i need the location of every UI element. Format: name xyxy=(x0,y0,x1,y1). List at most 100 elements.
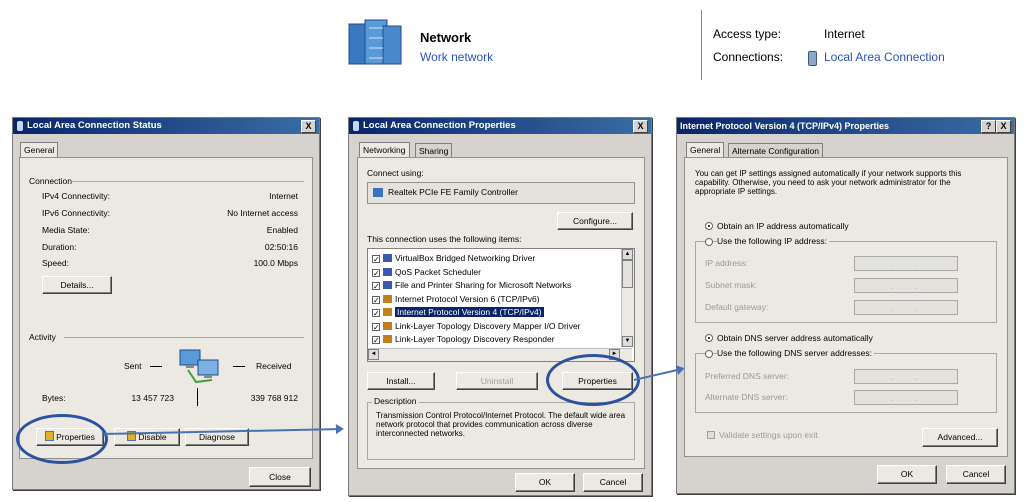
item-label: Internet Protocol Version 4 (TCP/IPv4) xyxy=(395,307,544,317)
network-type-link[interactable]: Work network xyxy=(420,50,493,64)
scroll-down-icon[interactable]: ▼ xyxy=(622,336,633,347)
received-label: Received xyxy=(256,361,292,371)
list-item[interactable]: ✓ VirtualBox Bridged Networking Driver xyxy=(372,252,535,265)
tab-networking[interactable]: Networking xyxy=(359,142,410,157)
connection-icon xyxy=(808,51,817,66)
highlight-oval-item-properties xyxy=(546,354,640,406)
scroll-thumb[interactable] xyxy=(622,260,633,288)
item-icon xyxy=(383,267,392,276)
tab-general[interactable]: General xyxy=(20,142,59,157)
item-checkbox[interactable]: ✓ xyxy=(372,295,380,304)
auto-dns-radio[interactable] xyxy=(705,334,713,342)
scroll-left-icon[interactable]: ◄ xyxy=(368,349,379,360)
manual-ip-radio[interactable] xyxy=(705,238,713,246)
ipv4-panel: You can get IP settings assigned automat… xyxy=(684,157,1008,457)
item-label: Link-Layer Topology Discovery Mapper I/O… xyxy=(395,320,581,331)
preferred-dns-field[interactable]: . . . xyxy=(854,369,958,384)
status-titlebar[interactable]: Local Area Connection Status X xyxy=(13,118,319,134)
item-checkbox[interactable]: ✓ xyxy=(372,322,380,331)
bytes-sent: 13 457 723 xyxy=(131,393,174,403)
tab-alternate-configuration[interactable]: Alternate Configuration xyxy=(728,143,823,158)
divider xyxy=(72,181,304,182)
uninstall-button[interactable]: Uninstall xyxy=(456,372,538,390)
close-icon[interactable]: X xyxy=(301,120,316,133)
scroll-up-icon[interactable]: ▲ xyxy=(622,249,633,260)
tab-sharing[interactable]: Sharing xyxy=(415,143,453,158)
subnet-mask-label: Subnet mask: xyxy=(705,280,757,290)
item-label: VirtualBox Bridged Networking Driver xyxy=(395,253,536,263)
cancel-button[interactable]: Cancel xyxy=(583,473,643,492)
connection-heading: Connection xyxy=(29,176,73,186)
description-heading: Description xyxy=(372,396,419,406)
list-item[interactable]: ✓ File and Printer Sharing for Microsoft … xyxy=(372,279,571,292)
item-icon xyxy=(383,335,392,343)
ipv4-label: IPv4 Connectivity: xyxy=(42,191,111,201)
item-label: Link-Layer Topology Discovery Responder xyxy=(395,334,555,344)
item-checkbox[interactable]: ✓ xyxy=(372,336,380,345)
auto-ip-label[interactable]: Obtain an IP address automatically xyxy=(717,221,849,231)
item-icon xyxy=(383,254,392,262)
item-label: QoS Packet Scheduler xyxy=(395,266,481,277)
subnet-mask-field[interactable]: . . . xyxy=(854,278,958,293)
properties-title: Local Area Connection Properties xyxy=(363,120,516,131)
auto-dns-label[interactable]: Obtain DNS server address automatically xyxy=(717,333,873,343)
validate-checkbox[interactable] xyxy=(707,431,715,439)
details-button[interactable]: Details... xyxy=(42,276,112,294)
list-item[interactable]: ✓ Internet Protocol Version 6 (TCP/IPv6) xyxy=(372,293,540,306)
list-item[interactable]: ✓ QoS Packet Scheduler xyxy=(372,266,481,279)
ok-button[interactable]: OK xyxy=(515,473,575,492)
item-icon xyxy=(383,321,392,330)
cancel-button[interactable]: Cancel xyxy=(946,465,1006,484)
access-type-value: Internet xyxy=(824,27,865,41)
connections-label: Connections: xyxy=(713,50,784,64)
default-gateway-field[interactable]: . . . xyxy=(854,300,958,315)
ipv4-window: Internet Protocol Version 4 (TCP/IPv4) P… xyxy=(676,117,1015,494)
ip-address-label: IP address: xyxy=(705,258,748,268)
ip-address-field[interactable]: . . . xyxy=(854,256,958,271)
item-checkbox[interactable]: ✓ xyxy=(372,309,380,318)
description-text: Transmission Control Protocol/Internet P… xyxy=(376,411,626,438)
close-icon[interactable]: X xyxy=(996,120,1011,133)
close-button[interactable]: Close xyxy=(249,467,311,487)
manual-ip-label[interactable]: Use the following IP address: xyxy=(717,236,829,246)
configure-button[interactable]: Configure... xyxy=(557,212,633,230)
connection-link[interactable]: Local Area Connection xyxy=(824,50,945,64)
intro-text: You can get IP settings assigned automat… xyxy=(695,169,962,196)
duration-value: 02:50:16 xyxy=(264,242,298,252)
properties-titlebar[interactable]: Local Area Connection Properties X xyxy=(349,118,651,134)
help-icon[interactable]: ? xyxy=(981,120,996,133)
media-state-label: Media State: xyxy=(42,225,90,235)
header-divider xyxy=(701,10,702,80)
sent-label: Sent xyxy=(124,361,142,371)
status-title: Local Area Connection Status xyxy=(27,120,162,131)
ipv6-label: IPv6 Connectivity: xyxy=(42,208,111,218)
media-state-value: Enabled xyxy=(266,225,298,235)
sent-dash xyxy=(150,366,162,367)
vertical-scrollbar[interactable]: ▲ ▼ xyxy=(621,249,634,347)
install-button[interactable]: Install... xyxy=(367,372,435,390)
bytes-label: Bytes: xyxy=(42,393,66,403)
ipv4-value: Internet xyxy=(269,191,298,201)
ok-button[interactable]: OK xyxy=(877,465,937,484)
ipv4-titlebar[interactable]: Internet Protocol Version 4 (TCP/IPv4) P… xyxy=(677,118,1014,134)
items-list[interactable]: ✓ VirtualBox Bridged Networking Driver ✓ Qo… xyxy=(367,248,635,362)
tab-general[interactable]: General xyxy=(686,142,725,157)
advanced-button[interactable]: Advanced... xyxy=(922,428,998,447)
access-type-label: Access type: xyxy=(713,27,782,41)
manual-dns-radio[interactable] xyxy=(705,350,713,358)
speed-label: Speed: xyxy=(42,258,69,268)
item-checkbox[interactable]: ✓ xyxy=(372,282,380,291)
item-checkbox[interactable]: ✓ xyxy=(372,268,380,277)
item-checkbox[interactable]: ✓ xyxy=(372,255,380,264)
list-item[interactable]: ✓ Internet Protocol Version 4 (TCP/IPv4) xyxy=(372,306,544,319)
adapter-name: Realtek PCIe FE Family Controller xyxy=(388,187,518,197)
manual-dns-label[interactable]: Use the following DNS server addresses: xyxy=(717,348,874,358)
network-activity-icon xyxy=(178,346,222,386)
network-name: Network xyxy=(420,30,472,45)
alternate-dns-field[interactable]: . . . xyxy=(854,390,958,405)
close-icon[interactable]: X xyxy=(633,120,648,133)
list-item[interactable]: ✓ Link-Layer Topology Discovery Mapper I/… xyxy=(372,320,581,333)
item-label: File and Printer Sharing for Microsoft N… xyxy=(395,280,572,290)
list-item[interactable]: ✓ Link-Layer Topology Discovery Responder xyxy=(372,333,555,346)
auto-ip-radio[interactable] xyxy=(705,222,713,230)
